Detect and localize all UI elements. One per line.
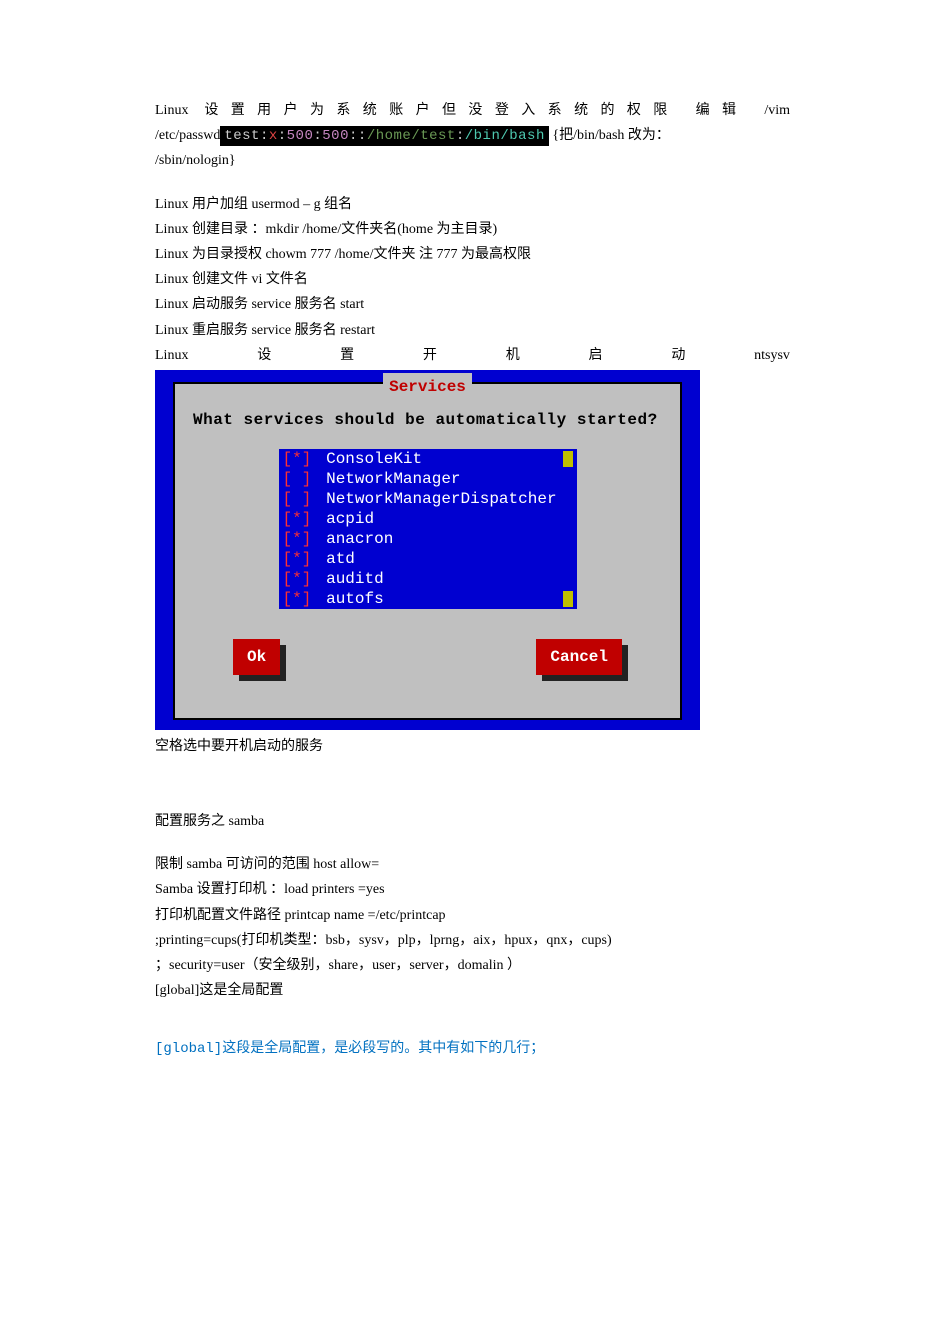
service-checkbox[interactable]: [*] [283, 549, 317, 569]
service-item[interactable]: [*] auditd [283, 569, 573, 589]
text-line: Linux 重启服务 service 服务名 restart [155, 318, 790, 343]
tui-inner: Services What services should be automat… [173, 382, 682, 720]
spacer [155, 834, 790, 852]
cancel-button[interactable]: Cancel [536, 639, 622, 676]
text-line: Samba 设置打印机 ：load printers =yes [155, 877, 790, 902]
text: 动 [671, 343, 685, 368]
text-line: 限制 samba 可访问的范围 host allow= [155, 852, 790, 877]
text-line: ;printing=cups(打印机类型：bsb，sysv，plp，lprng，… [155, 928, 790, 953]
service-item[interactable]: [*] anacron [283, 529, 573, 549]
sep: : [456, 128, 465, 144]
text-line: ；security=user（安全级别，share，user，server，do… [155, 953, 790, 978]
tui-buttons: Ok Cancel [233, 639, 622, 676]
sep: : [278, 128, 287, 144]
text-line: Linux 设 置 开 机 启 动 ntsysv [155, 343, 790, 368]
passwd-shell: /bin/bash [465, 128, 545, 144]
service-label: autofs [317, 589, 563, 609]
service-label: NetworkManager [317, 469, 563, 489]
tui-question: What services should be automatically st… [193, 406, 662, 435]
text: Linux [155, 343, 188, 368]
text-line: [global]这是全局配置 [155, 978, 790, 1003]
spacer [155, 759, 790, 809]
service-label: ConsoleKit [317, 449, 563, 469]
text-line: /sbin/nologin} [155, 148, 790, 173]
passwd-x: x [269, 128, 278, 144]
service-label: NetworkManagerDispatcher [317, 489, 563, 509]
services-list[interactable]: [*] ConsoleKit[ ] NetworkManager[ ] Netw… [279, 449, 577, 609]
text-line: Linux 创建文件 vi 文件名 [155, 267, 790, 292]
text-line: Linux 创建目录 ：mkdir /home/文件夹名(home 为主目录) [155, 217, 790, 242]
service-checkbox[interactable]: [*] [283, 589, 317, 609]
service-item[interactable]: [*] ConsoleKit [283, 449, 573, 469]
passwd-gid: 500 [322, 128, 349, 144]
text-line: Linux 设置用户为系统账户但没登入系统的权限 编辑 /vim [155, 98, 790, 123]
text: /etc/passwd [155, 128, 220, 143]
spacer [155, 174, 790, 192]
service-checkbox[interactable]: [ ] [283, 489, 317, 509]
text-line: Linux 用户加组 usermod – g 组名 [155, 192, 790, 217]
passwd-home: /home/test [367, 128, 456, 144]
text-line: Linux 为目录授权 chowm 777 /home/文件夹 注 777 为最… [155, 242, 790, 267]
service-item[interactable]: [ ] NetworkManagerDispatcher [283, 489, 573, 509]
service-label: anacron [317, 529, 563, 549]
text: 机 [506, 343, 520, 368]
ok-button[interactable]: Ok [233, 639, 280, 676]
service-item[interactable]: [*] atd [283, 549, 573, 569]
passwd-snippet: test:x:500:500::/home/test:/bin/bash [220, 126, 549, 146]
passwd-uid: 500 [287, 128, 314, 144]
text: 开 [423, 343, 437, 368]
text: 置 [340, 343, 354, 368]
sep: : [260, 128, 269, 144]
service-label: acpid [317, 509, 563, 529]
text: 启 [589, 343, 603, 368]
services-tui: Services What services should be automat… [155, 370, 700, 730]
spacer [155, 1003, 790, 1037]
text: ntsysv [754, 343, 790, 368]
service-checkbox[interactable]: [*] [283, 569, 317, 589]
sep: : [313, 128, 322, 144]
service-item[interactable]: [*] acpid [283, 509, 573, 529]
service-checkbox[interactable]: [*] [283, 449, 317, 469]
scroll-indicator [563, 591, 573, 607]
text: {把/bin/bash 改为： [549, 128, 670, 143]
passwd-user: test [224, 128, 260, 144]
service-item[interactable]: [ ] NetworkManager [283, 469, 573, 489]
tui-title-wrap: Services [175, 373, 680, 402]
global-note: [global]这段是全局配置，是必段写的。其中有如下的几行； [155, 1037, 790, 1062]
service-checkbox[interactable]: [*] [283, 509, 317, 529]
text: 设 [257, 343, 271, 368]
scroll-indicator [563, 451, 573, 467]
text-line: 打印机配置文件路径 printcap name =/etc/printcap [155, 903, 790, 928]
section-heading: 配置服务之 samba [155, 809, 790, 834]
text-line: /etc/passwdtest:x:500:500::/home/test:/b… [155, 123, 790, 148]
service-item[interactable]: [*] autofs [283, 589, 573, 609]
service-label: auditd [317, 569, 563, 589]
text-line: 空格选中要开机启动的服务 [155, 734, 790, 759]
service-checkbox[interactable]: [*] [283, 529, 317, 549]
sep: :: [349, 128, 367, 144]
service-label: atd [317, 549, 563, 569]
text-line: Linux 启动服务 service 服务名 start [155, 292, 790, 317]
document-page: Linux 设置用户为系统账户但没登入系统的权限 编辑 /vim /etc/pa… [0, 0, 945, 1337]
tui-title: Services [383, 373, 472, 402]
service-checkbox[interactable]: [ ] [283, 469, 317, 489]
